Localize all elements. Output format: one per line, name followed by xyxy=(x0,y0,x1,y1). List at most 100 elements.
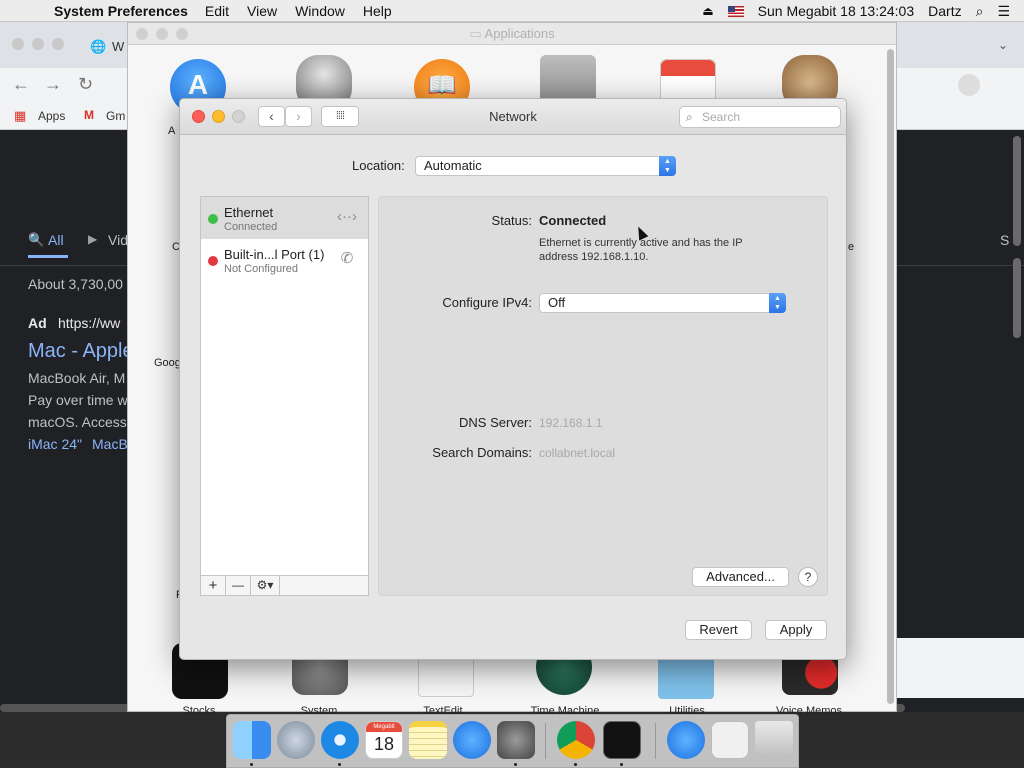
service-list: Ethernet Connected ‹··› Built-in...l Por… xyxy=(200,196,369,576)
status-dot xyxy=(208,256,218,266)
back-arrow-icon[interactable]: ← xyxy=(12,74,30,95)
status-value: Connected xyxy=(539,213,607,228)
chevron-down-icon[interactable]: ⌄ xyxy=(998,38,1008,52)
calendar-month: Megabit xyxy=(366,722,402,732)
popup-arrows-icon: ▲ ▼ xyxy=(769,293,786,313)
input-source-flag-icon[interactable] xyxy=(727,5,744,17)
browser-minimize-button[interactable] xyxy=(32,38,44,50)
app-store-dock-icon[interactable] xyxy=(453,721,491,759)
apply-button[interactable]: Apply xyxy=(765,620,827,640)
help-button[interactable]: ? xyxy=(798,567,818,587)
gear-icon[interactable]: ⚙▾ xyxy=(251,576,280,595)
finder-minimize-button[interactable] xyxy=(156,28,168,40)
result-snippet-line: macOS. Access xyxy=(28,414,127,430)
system-preferences-dock-icon[interactable] xyxy=(497,721,535,759)
bookmark-gmail[interactable]: Gm xyxy=(106,109,125,123)
menu-help[interactable]: Help xyxy=(354,3,401,19)
zoom-button[interactable] xyxy=(232,110,245,123)
browser-close-button[interactable] xyxy=(12,38,24,50)
search-field[interactable]: ⌕ xyxy=(679,106,841,128)
ipv4-popup[interactable]: Off ▲ ▼ xyxy=(539,293,786,313)
running-indicator xyxy=(250,763,253,766)
active-tab-underline xyxy=(28,255,68,258)
status-label: Status: xyxy=(491,213,532,228)
running-indicator xyxy=(514,763,517,766)
menu-edit[interactable]: Edit xyxy=(196,3,238,19)
search-input[interactable] xyxy=(702,109,832,125)
search-icon: ⌕ xyxy=(686,110,693,124)
terminal-dock-icon[interactable] xyxy=(603,721,641,759)
phone-icon: ✆ xyxy=(340,250,354,267)
running-indicator xyxy=(338,763,341,766)
browser-tab-title[interactable]: W xyxy=(112,39,124,54)
browser-scrollbar-2[interactable] xyxy=(1013,258,1021,338)
sitelink[interactable]: iMac 24" xyxy=(28,436,82,452)
running-indicator xyxy=(574,763,577,766)
chevron-left-icon: ‹ xyxy=(269,108,274,124)
add-service-button[interactable]: + xyxy=(201,576,226,595)
service-item-ethernet[interactable]: Ethernet Connected ‹··› xyxy=(201,197,368,239)
forward-button[interactable]: › xyxy=(285,106,312,127)
close-button[interactable] xyxy=(192,110,205,123)
service-item-builtin-port[interactable]: Built-in...l Port (1) Not Configured ✆ xyxy=(201,239,368,281)
menu-window[interactable]: Window xyxy=(286,3,354,19)
running-indicator xyxy=(620,763,623,766)
network-titlebar: ‹ › ⁞⁞⁞⁞ Network ⌕ xyxy=(180,99,846,135)
forward-arrow-icon[interactable]: → xyxy=(44,74,62,95)
revert-button[interactable]: Revert xyxy=(685,620,752,640)
browser-scrollbar[interactable] xyxy=(1013,136,1021,246)
ad-url[interactable]: https://ww xyxy=(58,315,120,331)
finder-titlebar: ▭ Applications xyxy=(128,23,896,45)
results-count: About 3,730,00 xyxy=(28,276,123,292)
show-all-button[interactable]: ⁞⁞⁞⁞ xyxy=(321,106,359,127)
bookmark-apps[interactable]: Apps xyxy=(38,109,65,123)
menu-extras: ⏏ Sun Megabit 18 13:24:03 Dartz ⌕ ☰ xyxy=(702,0,1024,22)
dock-separator xyxy=(655,723,656,759)
dns-label: DNS Server: xyxy=(459,415,532,430)
safari-dock-icon[interactable] xyxy=(321,721,359,759)
remove-service-button[interactable]: — xyxy=(226,576,251,595)
downloads-stack-icon[interactable] xyxy=(711,721,749,759)
search-tab-all[interactable]: All xyxy=(48,232,64,248)
profile-avatar[interactable] xyxy=(958,74,980,96)
clock[interactable]: Sun Megabit 18 13:24:03 xyxy=(758,3,914,19)
service-toolbar: + — ⚙▾ xyxy=(200,575,369,596)
eject-icon[interactable]: ⏏ xyxy=(702,4,713,18)
grid-icon: ⁞⁞⁞⁞ xyxy=(335,110,345,122)
launchpad-dock-icon[interactable] xyxy=(277,721,315,759)
calendar-dock-icon[interactable]: Megabit 18 xyxy=(365,721,403,759)
video-icon: ▶ xyxy=(88,232,98,246)
advanced-button[interactable]: Advanced... xyxy=(692,567,789,587)
globe-icon: 🌐 xyxy=(90,39,107,54)
service-name: Built-in...l Port (1) xyxy=(224,247,325,262)
reload-icon[interactable]: ↻ xyxy=(78,74,93,95)
user-menu[interactable]: Dartz xyxy=(928,3,961,19)
applications-stack-icon[interactable] xyxy=(667,721,705,759)
browser-page-panel xyxy=(897,638,1024,698)
trash-dock-icon[interactable] xyxy=(755,721,793,759)
finder-zoom-button[interactable] xyxy=(176,28,188,40)
finder-dock-icon[interactable] xyxy=(233,721,271,759)
search-domains-value: collabnet.local xyxy=(539,446,616,460)
location-value: Automatic xyxy=(424,158,482,173)
sitelink[interactable]: MacB xyxy=(92,436,128,452)
popup-arrows-icon: ▲ ▼ xyxy=(659,156,676,176)
minimize-button[interactable] xyxy=(212,110,225,123)
back-button[interactable]: ‹ xyxy=(258,106,285,127)
menu-view[interactable]: View xyxy=(238,3,286,19)
service-status: Connected xyxy=(224,221,278,233)
notification-center-icon[interactable]: ☰ xyxy=(997,3,1010,20)
calendar-day: 18 xyxy=(373,734,395,754)
browser-zoom-button[interactable] xyxy=(52,38,64,50)
notes-dock-icon[interactable] xyxy=(409,721,447,759)
spotlight-search-icon[interactable]: ⌕ xyxy=(976,3,984,20)
app-menu[interactable]: System Preferences xyxy=(40,3,196,19)
apps-grid-icon: ▦ xyxy=(14,108,27,123)
finder-close-button[interactable] xyxy=(136,28,148,40)
ipv4-value: Off xyxy=(548,295,566,310)
chrome-dock-icon[interactable] xyxy=(557,721,595,759)
finder-scrollbar[interactable] xyxy=(887,49,894,704)
search-tab-more[interactable]: S xyxy=(1000,232,1009,248)
result-snippet-line: Pay over time w xyxy=(28,392,128,408)
location-popup[interactable]: Automatic ▲ ▼ xyxy=(415,156,676,176)
